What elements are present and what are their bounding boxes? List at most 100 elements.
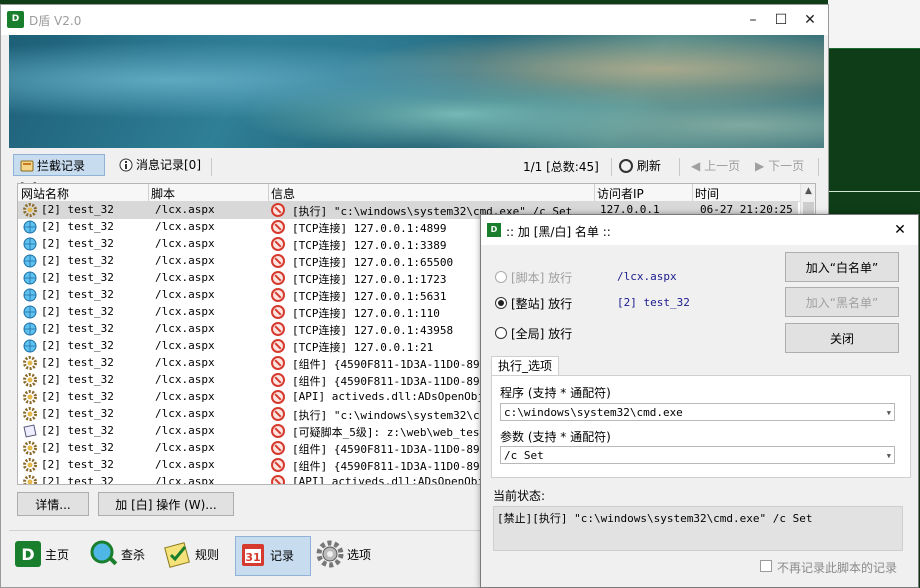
- blocked-icon: [271, 390, 285, 404]
- tab-exec-options[interactable]: 执行_选项: [491, 356, 559, 376]
- next-page-button[interactable]: ▶ 下一页: [755, 157, 804, 174]
- settings-gear-icon: [316, 540, 344, 568]
- blocked-icon: [271, 254, 285, 268]
- minimize-icon[interactable]: –: [741, 9, 765, 31]
- arrow-left-icon: ◀: [691, 159, 701, 173]
- params-value: /c Set: [504, 449, 544, 462]
- toolbar-label: 规则: [195, 548, 220, 562]
- add-whitelist-button[interactable]: 加入“白名单”: [785, 252, 899, 282]
- program-combo[interactable]: c:\windows\system32\cmd.exe ▼: [500, 403, 895, 421]
- column-header-script[interactable]: 脚本: [151, 185, 175, 202]
- calendar-icon: 31: [242, 544, 264, 566]
- cell-site: [2] test_32: [41, 288, 114, 301]
- program-label: 程序 (支持 * 通配符): [500, 386, 611, 400]
- scan-icon: [90, 540, 118, 566]
- radio-site-allow[interactable]: [495, 297, 507, 309]
- column-divider[interactable]: [268, 184, 269, 201]
- cell-script: /lcx.aspx: [155, 390, 215, 403]
- pager-separator: [611, 158, 612, 176]
- cell-script: /lcx.aspx: [155, 254, 215, 267]
- column-header-info[interactable]: 信息: [271, 185, 295, 202]
- cell-site: [2] test_32: [41, 407, 114, 420]
- tab-message-log[interactable]: 消息记录[0]: [113, 154, 221, 176]
- toolbar-label: 记录: [270, 549, 295, 563]
- column-header-time[interactable]: 时间: [695, 185, 719, 202]
- radio-script-allow[interactable]: [495, 271, 507, 283]
- scroll-up-icon[interactable]: ▲: [801, 186, 815, 200]
- globe-icon: [23, 237, 37, 251]
- blocked-icon: [271, 373, 285, 387]
- cell-site: [2] test_32: [41, 254, 114, 267]
- cell-script: /lcx.aspx: [155, 441, 215, 454]
- refresh-button[interactable]: 刷新: [619, 157, 661, 174]
- title-bar[interactable]: D D盾 V2.0 – ☐ ✕: [1, 5, 828, 35]
- table-header: 网站名称 脚本 信息 访问者IP 时间: [18, 184, 815, 202]
- cell-site: [2] test_32: [41, 339, 114, 352]
- blocked-icon: [271, 237, 285, 251]
- radio-global-allow[interactable]: [495, 327, 507, 339]
- toolbar-scan-button[interactable]: 查杀: [87, 536, 145, 574]
- cell-site: [2] test_32: [41, 475, 114, 485]
- blocked-icon: [271, 305, 285, 319]
- blocked-icon: [271, 407, 285, 421]
- gear-icon: [23, 475, 37, 484]
- cell-script: /lcx.aspx: [155, 220, 215, 233]
- whitelist-operation-button[interactable]: 加 [白] 操作 (W)...: [98, 492, 234, 516]
- cell-script: /lcx.aspx: [155, 356, 215, 369]
- blocked-icon: [271, 356, 285, 370]
- page-counter: 1/1 [总数:45]: [523, 160, 599, 174]
- blacklist-whitelist-dialog: D :: 加 [黑/白] 名单 :: ✕ [脚本] 放行 /lcx.aspx […: [480, 214, 919, 588]
- params-combo[interactable]: /c Set ▼: [500, 446, 895, 464]
- dialog-close-button[interactable]: 关闭: [785, 323, 899, 353]
- toolbar-options-button[interactable]: 选项: [313, 536, 371, 574]
- radio-script-label: [脚本] 放行: [511, 271, 573, 285]
- blocked-icon: [271, 322, 285, 336]
- toolbar-rules-button[interactable]: 规则: [161, 536, 219, 574]
- dialog-title-bar[interactable]: D :: 加 [黑/白] 名单 :: ✕: [481, 215, 918, 245]
- app-logo-icon: D: [7, 11, 24, 28]
- params-label: 参数 (支持 * 通配符): [500, 430, 611, 444]
- column-divider[interactable]: [692, 184, 693, 201]
- globe-icon: [23, 322, 37, 336]
- background-divider: [828, 191, 920, 192]
- prev-page-label: 上一页: [704, 159, 741, 173]
- cell-site: [2] test_32: [41, 305, 114, 318]
- details-button[interactable]: 详情...: [17, 492, 89, 516]
- tab-label: 消息记录[0]: [136, 158, 201, 172]
- cell-script: /lcx.aspx: [155, 237, 215, 250]
- close-icon[interactable]: ✕: [798, 9, 822, 31]
- tab-intercept-log[interactable]: 拦截记录[1]: [13, 154, 105, 195]
- column-divider[interactable]: [594, 184, 595, 201]
- column-header-ip[interactable]: 访问者IP: [597, 185, 644, 202]
- close-icon[interactable]: ✕: [889, 220, 911, 240]
- cell-script: /lcx.aspx: [155, 407, 215, 420]
- pager-separator: [818, 158, 819, 176]
- column-header-site[interactable]: 网站名称: [21, 185, 69, 202]
- next-page-label: 下一页: [768, 159, 805, 173]
- column-divider[interactable]: [148, 184, 149, 201]
- cell-script: /lcx.aspx: [155, 424, 215, 437]
- program-value: c:\windows\system32\cmd.exe: [504, 406, 683, 419]
- gear-icon: [23, 407, 37, 421]
- cell-site: [2] test_32: [41, 424, 114, 437]
- gear-icon: [23, 441, 37, 455]
- globe-icon: [23, 220, 37, 234]
- maximize-icon[interactable]: ☐: [769, 9, 793, 31]
- blocked-icon: [271, 475, 285, 484]
- gear-icon: [23, 356, 37, 370]
- blocked-icon: [271, 288, 285, 302]
- toolbar-home-button[interactable]: D 主页: [11, 536, 69, 574]
- prev-page-button[interactable]: ◀ 上一页: [691, 157, 740, 174]
- cell-script: /lcx.aspx: [155, 475, 215, 485]
- no-log-checkbox[interactable]: [760, 560, 772, 572]
- toolbar-record-button[interactable]: 31 记录: [235, 536, 311, 576]
- pager-separator: [679, 158, 680, 176]
- gear-icon: [23, 390, 37, 404]
- exec-options-panel: 程序 (支持 * 通配符) c:\windows\system32\cmd.ex…: [491, 375, 911, 478]
- add-blacklist-button[interactable]: 加入“黑名单”: [785, 287, 899, 317]
- blocked-icon: [271, 339, 285, 353]
- cell-site: [2] test_32: [41, 237, 114, 250]
- cell-script: /lcx.aspx: [155, 322, 215, 335]
- radio-global-label: [全局] 放行: [511, 327, 573, 341]
- info-icon: [119, 158, 133, 172]
